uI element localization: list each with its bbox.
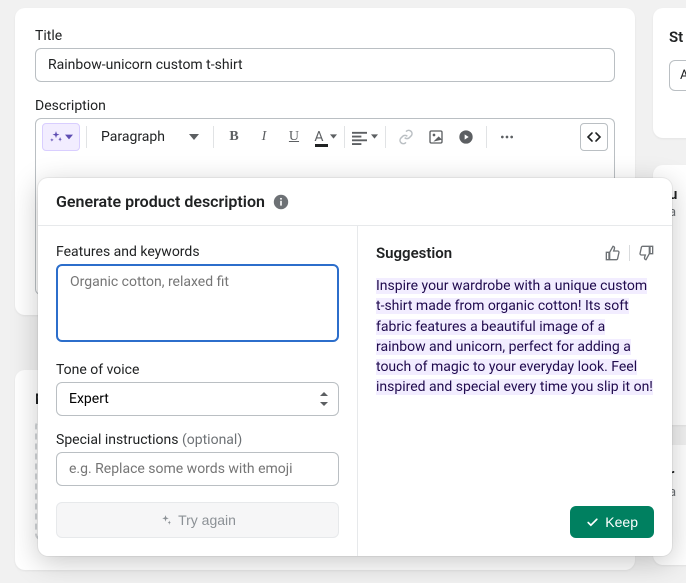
status-select[interactable]: A — [669, 60, 686, 91]
status-card: St A — [653, 8, 686, 138]
popover-header: Generate product description — [38, 178, 672, 226]
tone-label: Tone of voice — [56, 362, 339, 378]
thumbs-up-icon[interactable] — [605, 245, 621, 261]
image-button[interactable] — [422, 123, 450, 151]
code-icon — [586, 129, 602, 145]
html-view-button[interactable] — [580, 123, 608, 151]
check-icon — [586, 516, 599, 529]
status-heading: St — [669, 28, 686, 46]
caret-down-icon — [371, 134, 378, 139]
popover-right-panel: Suggestion Inspire your wardrobe with a … — [358, 226, 672, 556]
ai-generate-button[interactable] — [42, 123, 80, 151]
generate-description-popover: Generate product description Features an… — [38, 178, 672, 556]
keep-label: Keep — [605, 514, 638, 530]
title-label: Title — [35, 28, 615, 44]
special-instructions-label: Special instructions (optional) — [56, 432, 339, 448]
align-button[interactable] — [351, 123, 379, 151]
toolbar-separator — [385, 126, 386, 148]
toolbar-separator — [344, 126, 345, 148]
keep-button[interactable]: Keep — [570, 506, 654, 538]
feedback-controls — [605, 245, 654, 261]
tone-select[interactable]: Expert — [56, 382, 339, 416]
italic-button[interactable]: I — [250, 123, 278, 151]
link-icon — [398, 129, 414, 145]
thumbs-down-icon[interactable] — [638, 245, 654, 261]
editor-toolbar: Paragraph B I U A — [35, 118, 615, 155]
sparkle-icon — [49, 130, 63, 144]
paragraph-style-label: Paragraph — [101, 129, 165, 145]
sparkle-icon — [159, 514, 172, 527]
more-button[interactable] — [493, 123, 521, 151]
align-left-icon — [352, 130, 367, 145]
suggestion-text[interactable]: Inspire your wardrobe with a unique cust… — [376, 276, 654, 490]
features-input[interactable] — [56, 264, 339, 342]
caret-down-icon — [189, 134, 199, 140]
thumbs-separator — [629, 245, 630, 261]
title-input[interactable] — [35, 48, 615, 82]
toolbar-separator — [486, 126, 487, 148]
popover-left-panel: Features and keywords Tone of voice Expe… — [38, 226, 358, 556]
toolbar-separator — [86, 126, 87, 148]
image-icon — [428, 129, 444, 145]
popover-title: Generate product description — [56, 192, 265, 211]
paragraph-style-select[interactable]: Paragraph — [93, 123, 207, 151]
underline-button[interactable]: U — [280, 123, 308, 151]
play-circle-icon — [458, 129, 474, 145]
caret-down-icon — [330, 134, 337, 139]
special-instructions-input[interactable] — [56, 452, 339, 486]
text-color-button[interactable]: A — [310, 123, 338, 151]
suggestion-heading: Suggestion — [376, 244, 452, 262]
try-again-button[interactable]: Try again — [56, 502, 339, 538]
info-icon[interactable] — [273, 194, 289, 210]
bold-button[interactable]: B — [220, 123, 248, 151]
link-button[interactable] — [392, 123, 420, 151]
features-label: Features and keywords — [56, 244, 339, 260]
dots-horizontal-icon — [499, 129, 515, 145]
caret-down-icon — [65, 133, 73, 141]
video-button[interactable] — [452, 123, 480, 151]
toolbar-separator — [213, 126, 214, 148]
description-label: Description — [35, 98, 615, 114]
try-again-label: Try again — [178, 512, 236, 528]
